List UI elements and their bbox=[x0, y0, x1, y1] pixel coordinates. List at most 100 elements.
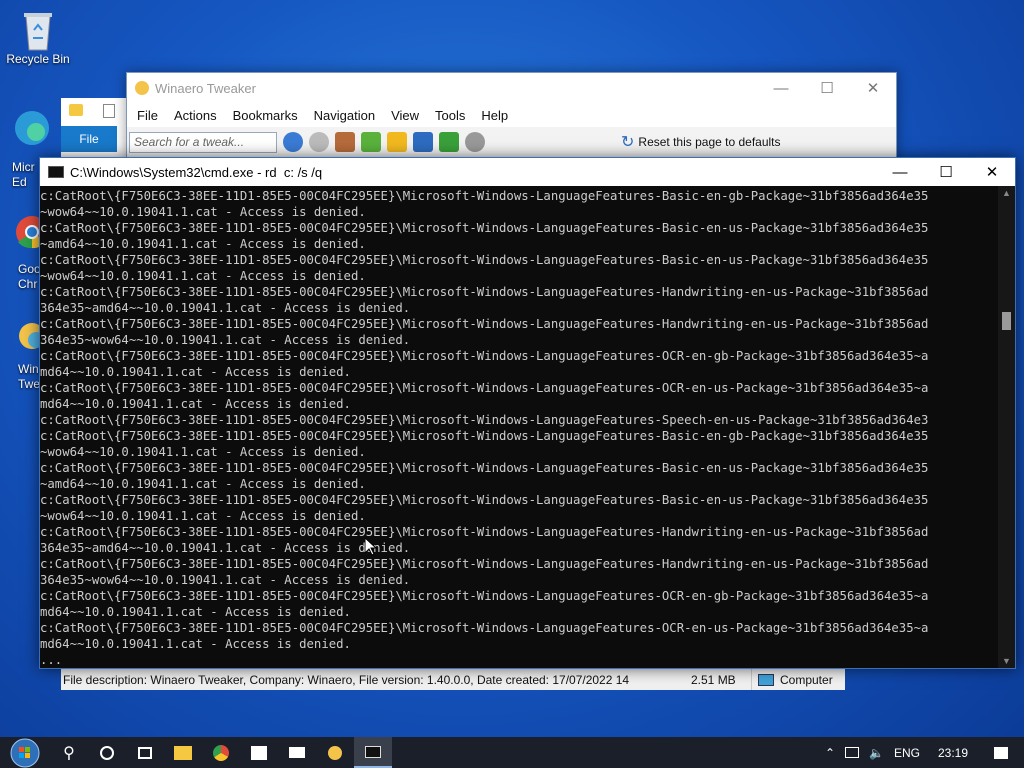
cmd-scrollbar[interactable]: ▲ ▼ bbox=[998, 186, 1015, 668]
winaero-icon bbox=[328, 745, 342, 760]
winaero-label: Win Twe bbox=[18, 362, 41, 391]
console-line: 364e35~amd64~~10.0.19041.1.cat - Access … bbox=[40, 301, 411, 315]
taskbar-store[interactable] bbox=[240, 737, 278, 768]
search-input[interactable]: Search for a tweak... bbox=[129, 131, 277, 153]
edge-shortcut-icon[interactable] bbox=[12, 108, 52, 155]
console-line: ~wow64~~10.0.19041.1.cat - Access is den… bbox=[40, 269, 366, 283]
maximize-button[interactable]: ☐ bbox=[804, 73, 850, 103]
tray-chevron-icon[interactable]: ⌃ bbox=[825, 746, 835, 760]
taskbar-file-explorer[interactable] bbox=[164, 737, 202, 768]
close-button[interactable]: ✕ bbox=[850, 73, 896, 103]
console-line: ~wow64~~10.0.19041.1.cat - Access is den… bbox=[40, 205, 366, 219]
star-icon[interactable] bbox=[387, 132, 407, 152]
volume-muted-icon[interactable]: 🔈 bbox=[869, 746, 884, 760]
cmd-close-button[interactable]: ✕ bbox=[969, 158, 1015, 186]
console-line: c:CatRoot\{F750E6C3-38EE-11D1-85E5-00C04… bbox=[40, 429, 929, 443]
home-icon[interactable] bbox=[335, 132, 355, 152]
task-view-button[interactable] bbox=[126, 737, 164, 768]
console-line: c:CatRoot\{F750E6C3-38EE-11D1-85E5-00C04… bbox=[40, 413, 929, 427]
file-explorer-window[interactable]: File bbox=[61, 98, 127, 158]
shortcut-icon[interactable] bbox=[413, 132, 433, 152]
console-line: c:CatRoot\{F750E6C3-38EE-11D1-85E5-00C04… bbox=[40, 317, 929, 331]
properties-icon bbox=[103, 104, 115, 118]
console-line: c:CatRoot\{F750E6C3-38EE-11D1-85E5-00C04… bbox=[40, 493, 929, 507]
console-line: c:CatRoot\{F750E6C3-38EE-11D1-85E5-00C04… bbox=[40, 189, 929, 203]
winaero-title: Winaero Tweaker bbox=[155, 80, 256, 96]
taskbar: ⚲ ⌃ 🔈 ENG 23:19 bbox=[0, 737, 1024, 768]
notification-icon[interactable] bbox=[994, 746, 1008, 759]
cmd-title-icon bbox=[48, 166, 64, 178]
menu-view[interactable]: View bbox=[383, 108, 427, 123]
cmd-icon bbox=[365, 745, 381, 758]
forward-icon[interactable] bbox=[309, 132, 329, 152]
status-description: File description: Winaero Tweaker, Compa… bbox=[63, 672, 630, 687]
windows-start-icon bbox=[10, 738, 40, 767]
winaero-title-icon bbox=[135, 81, 149, 95]
task-view-icon bbox=[138, 746, 152, 759]
taskbar-mail[interactable] bbox=[278, 737, 316, 768]
scroll-up-icon[interactable]: ▲ bbox=[1002, 188, 1011, 198]
tray-clock[interactable]: 23:19 bbox=[938, 746, 968, 760]
cortana-button[interactable] bbox=[88, 737, 126, 768]
scroll-thumb[interactable] bbox=[1002, 312, 1011, 330]
network-icon[interactable] bbox=[845, 747, 859, 758]
mouse-cursor-icon bbox=[365, 538, 377, 556]
desktop-icon-recycle-bin[interactable]: Recycle Bin bbox=[0, 8, 76, 66]
chrome-label: Goo Chr bbox=[18, 262, 41, 291]
add-bookmark-icon[interactable] bbox=[361, 132, 381, 152]
menu-navigation[interactable]: Navigation bbox=[306, 108, 383, 123]
folder-icon bbox=[69, 104, 83, 116]
menubar: File Actions Bookmarks Navigation View T… bbox=[127, 103, 896, 127]
chrome-icon bbox=[213, 744, 229, 761]
reset-page-button[interactable]: ↻ Reset this page to defaults bbox=[621, 132, 781, 152]
edge-icon bbox=[15, 111, 49, 145]
status-size: 2.51 MB bbox=[691, 672, 736, 687]
computer-icon bbox=[758, 673, 774, 686]
status-bar: File description: Winaero Tweaker, Compa… bbox=[61, 668, 845, 690]
apply-check-icon[interactable] bbox=[439, 132, 459, 152]
console-line: ~wow64~~10.0.19041.1.cat - Access is den… bbox=[40, 509, 366, 523]
console-line: md64~~10.0.19041.1.cat - Access is denie… bbox=[40, 397, 351, 411]
menu-tools[interactable]: Tools bbox=[427, 108, 473, 123]
console-line: ~amd64~~10.0.19041.1.cat - Access is den… bbox=[40, 237, 366, 251]
winaero-tweaker-window[interactable]: Winaero Tweaker — ☐ ✕ File Actions Bookm… bbox=[126, 72, 897, 162]
cmd-minimize-button[interactable]: — bbox=[877, 158, 923, 186]
menu-file[interactable]: File bbox=[129, 108, 166, 123]
console-line: 364e35~amd64~~10.0.19041.1.cat - Access … bbox=[40, 541, 411, 555]
reset-label: Reset this page to defaults bbox=[638, 135, 781, 149]
menu-help[interactable]: Help bbox=[473, 108, 516, 123]
console-line: c:CatRoot\{F750E6C3-38EE-11D1-85E5-00C04… bbox=[40, 285, 929, 299]
console-line: ... bbox=[40, 653, 63, 667]
tray-language[interactable]: ENG bbox=[894, 746, 920, 760]
status-computer: Computer bbox=[751, 669, 833, 690]
recycle-bin-label: Recycle Bin bbox=[6, 52, 70, 66]
console-line: c:CatRoot\{F750E6C3-38EE-11D1-85E5-00C04… bbox=[40, 349, 929, 363]
cmd-window[interactable]: C:\Windows\System32\cmd.exe - rd c: /s /… bbox=[39, 157, 1016, 669]
console-line: c:CatRoot\{F750E6C3-38EE-11D1-85E5-00C04… bbox=[40, 621, 929, 635]
taskbar-winaero[interactable] bbox=[316, 737, 354, 768]
cmd-maximize-button[interactable]: ☐ bbox=[923, 158, 969, 186]
menu-actions[interactable]: Actions bbox=[166, 108, 225, 123]
search-button[interactable]: ⚲ bbox=[50, 737, 88, 768]
taskbar-cmd[interactable] bbox=[354, 737, 392, 768]
edge-label: Micr Ed bbox=[12, 160, 35, 189]
toolbar: Search for a tweak... ↻ Reset this page … bbox=[127, 127, 896, 157]
file-explorer-icon bbox=[174, 745, 192, 760]
console-line: c:CatRoot\{F750E6C3-38EE-11D1-85E5-00C04… bbox=[40, 221, 929, 235]
file-tab[interactable]: File bbox=[61, 126, 117, 152]
scroll-down-icon[interactable]: ▼ bbox=[1002, 656, 1011, 666]
taskbar-chrome[interactable] bbox=[202, 737, 240, 768]
console-line: c:CatRoot\{F750E6C3-38EE-11D1-85E5-00C04… bbox=[40, 589, 929, 603]
cmd-titlebar[interactable]: C:\Windows\System32\cmd.exe - rd c: /s /… bbox=[40, 158, 1015, 186]
settings-gear-icon[interactable] bbox=[465, 132, 485, 152]
back-icon[interactable] bbox=[283, 132, 303, 152]
start-button[interactable] bbox=[0, 737, 50, 768]
console-line: md64~~10.0.19041.1.cat - Access is denie… bbox=[40, 637, 351, 651]
console-line: c:CatRoot\{F750E6C3-38EE-11D1-85E5-00C04… bbox=[40, 381, 929, 395]
console-output[interactable]: c:CatRoot\{F750E6C3-38EE-11D1-85E5-00C04… bbox=[40, 188, 1000, 668]
menu-bookmarks[interactable]: Bookmarks bbox=[225, 108, 306, 123]
console-line: c:CatRoot\{F750E6C3-38EE-11D1-85E5-00C04… bbox=[40, 557, 929, 571]
minimize-button[interactable]: — bbox=[758, 73, 804, 103]
console-line: md64~~10.0.19041.1.cat - Access is denie… bbox=[40, 605, 351, 619]
cortana-icon bbox=[100, 745, 114, 760]
